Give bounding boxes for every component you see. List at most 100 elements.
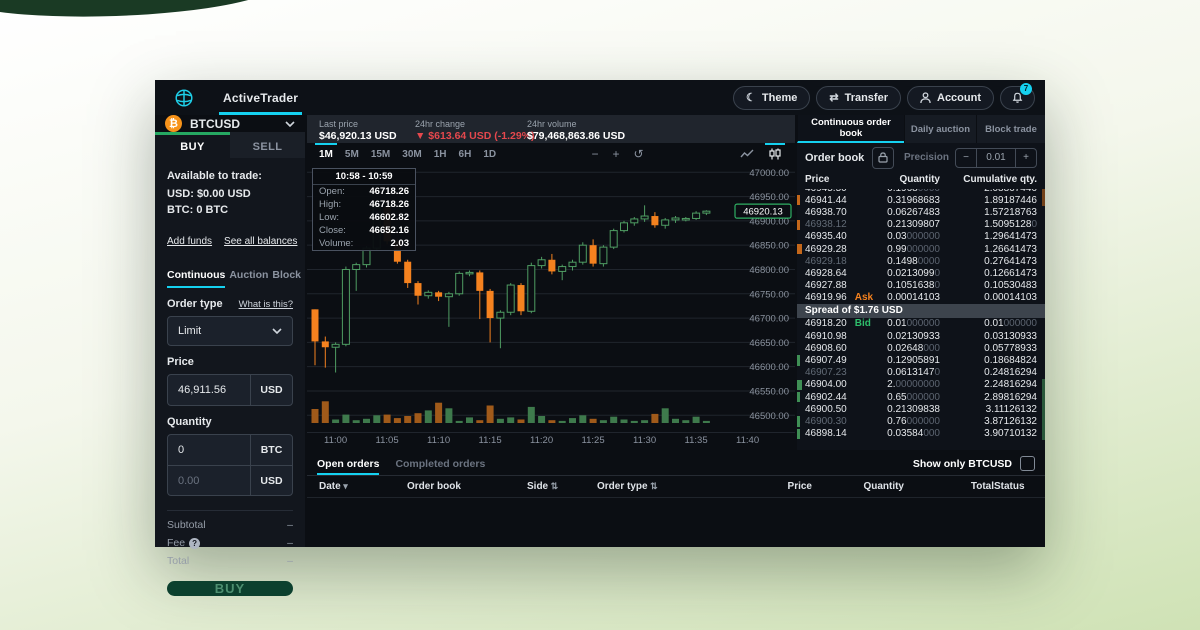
orders-column-order-type[interactable]: Order type ⇅ [597,481,722,492]
buy-button[interactable]: BUY [167,581,293,596]
quantity-usd-input[interactable]: 0.00 [168,475,250,487]
timeframe-30m[interactable]: 30M [396,143,427,165]
tooltip-label: Volume: [319,238,353,249]
order-book-tab[interactable]: Daily auction [904,115,976,143]
summary-row-total: Total– [167,555,293,567]
see-balances-link[interactable]: See all balances [224,236,297,247]
orders-column-price: Price [722,481,812,492]
zoom-in-icon[interactable]: + [606,143,627,165]
order-type-select[interactable]: Limit [167,316,293,346]
precision-minus-button[interactable]: − [956,149,976,167]
cumulative-cell: 0.12661473 [940,268,1037,279]
tab-open-orders[interactable]: Open orders [317,452,379,475]
order-book-row[interactable]: 46929.280.990000001.26641473 [797,243,1045,255]
quantity-cell: 0.65000000 [871,392,940,403]
activetrader-window: ActiveTrader ☾ Theme ⇄ Transfer Account [155,80,1045,547]
timeframe-15m[interactable]: 15M [365,143,396,165]
order-book-row[interactable]: 46919.96Ask0.000141030.00014103 [797,292,1045,304]
market-tab-continuous[interactable]: Continuous [167,269,225,288]
order-book-header: Price Quantity Cumulative qty. [797,172,1045,189]
spread-row: Spread of $1.76 USD [797,304,1045,318]
orders-column-date[interactable]: Date ▾ [307,481,407,492]
price-label: Price [167,356,194,368]
reset-zoom-icon[interactable]: ↺ [627,143,651,165]
usd-balance: USD: $0.00 USD [167,188,293,200]
timeframe-1m[interactable]: 1M [313,143,339,165]
order-book-tab[interactable]: Block trade [976,115,1045,143]
tab-sell[interactable]: SELL [230,132,305,158]
cumulative-depth-bar [1042,194,1045,206]
line-chart-icon[interactable] [733,143,761,165]
theme-button[interactable]: ☾ Theme [733,86,810,110]
app-header: ActiveTrader ☾ Theme ⇄ Transfer Account [155,80,1045,115]
order-book-row[interactable]: 46935.400.030000001.29641473 [797,231,1045,243]
timeframe-6h[interactable]: 6H [453,143,478,165]
add-funds-link[interactable]: Add funds [167,236,212,247]
order-book-tab[interactable]: Continuous order book [797,115,904,143]
price-input[interactable]: 46,911.56 [168,384,250,396]
zoom-out-icon[interactable]: − [585,143,606,165]
svg-text:46920.13: 46920.13 [743,207,783,218]
order-book-row[interactable]: 46902.440.650000002.89816294 [797,391,1045,403]
timeframe-5m[interactable]: 5M [339,143,365,165]
lock-button[interactable] [872,147,894,169]
tooltip-row: Open:46718.26 [313,185,415,198]
tab-buy[interactable]: BUY [155,132,230,158]
market-tab-auction[interactable]: Auction [229,269,268,288]
order-book-row[interactable]: 46927.880.105163800.10530483 [797,280,1045,292]
time-tick: 11:40 [736,435,759,446]
cumulative-cell: 1.29641473 [940,231,1037,242]
notifications-button[interactable]: 7 [1000,86,1035,110]
show-only-btcusd-label: Show only BTCUSD [913,458,1012,470]
order-book-row[interactable]: 46904.002.000000002.24816294 [797,379,1045,391]
svg-text:46550.00: 46550.00 [749,386,789,397]
what-is-this-link[interactable]: What is this? [239,299,293,310]
order-book-row[interactable]: 46900.500.213098383.11126132 [797,403,1045,415]
info-icon[interactable]: ? [189,538,200,549]
svg-text:46750.00: 46750.00 [749,289,789,300]
order-book-row[interactable]: 46938.700.062674831.57218763 [797,206,1045,218]
cumulative-depth-bar [1042,428,1045,440]
order-book-row[interactable]: 46910.980.021309330.03130933 [797,330,1045,342]
notification-badge: 7 [1020,83,1032,95]
quantity-cell: 0.21309838 [871,404,940,415]
order-book-row[interactable]: 46941.440.319686831.89187446 [797,194,1045,206]
order-book-row[interactable]: 46907.490.129058910.18684824 [797,354,1045,366]
order-book-row[interactable]: 46929.180.149800000.27641473 [797,255,1045,267]
transfer-button[interactable]: ⇄ Transfer [816,86,901,110]
candlestick-chart-icon[interactable] [761,143,789,165]
order-summary: Subtotal–Fee?–Total– [167,510,293,573]
precision-plus-button[interactable]: + [1016,149,1036,167]
quantity-btc-input[interactable]: 0 [168,444,250,456]
sort-icon: ▾ [341,481,348,491]
cumulative-cell: 2.08867446 [940,189,1037,194]
tab-completed-orders[interactable]: Completed orders [395,452,485,475]
pair-selector[interactable]: ₿ BTCUSD [155,115,305,132]
market-tab-block[interactable]: Block [272,269,301,288]
quantity-cell: 2.00000000 [871,379,940,390]
cumulative-cell: 1.50951280 [940,219,1037,230]
order-book-row[interactable]: 46938.120.213098071.50951280 [797,219,1045,231]
orders-column-quantity: Quantity [812,481,904,492]
summary-row-subtotal: Subtotal– [167,519,293,531]
price-cell: 46919.96Ask [797,292,871,303]
order-book-row[interactable]: 46928.640.021309900.12661473 [797,267,1045,279]
order-book-row[interactable]: 46907.230.061314700.24816294 [797,367,1045,379]
orders-column-side[interactable]: Side ⇅ [527,481,597,492]
cumulative-depth-bar [1042,403,1045,415]
candlestick-chart[interactable]: 10:58 - 10:59 Open:46718.26High:46718.26… [307,165,795,432]
order-book-row[interactable]: 46908.600.026480000.05778933 [797,342,1045,354]
tooltip-value: 2.03 [391,238,410,249]
price-cell: 46898.14 [797,428,871,439]
order-book-row[interactable]: 46898.140.035840003.90710132 [797,428,1045,440]
cumulative-depth-bar [1042,415,1045,427]
order-book-row[interactable]: 46918.20Bid0.010000000.01000000 [797,318,1045,330]
show-only-btcusd-checkbox[interactable] [1020,456,1035,471]
depth-bar [797,380,802,390]
account-button[interactable]: Account [907,86,994,110]
order-book-row[interactable]: 46900.300.760000003.87126132 [797,415,1045,427]
cumulative-cell: 0.24816294 [940,367,1037,378]
timeframe-1h[interactable]: 1H [428,143,453,165]
svg-text:47000.00: 47000.00 [749,168,789,179]
timeframe-1d[interactable]: 1D [477,143,502,165]
